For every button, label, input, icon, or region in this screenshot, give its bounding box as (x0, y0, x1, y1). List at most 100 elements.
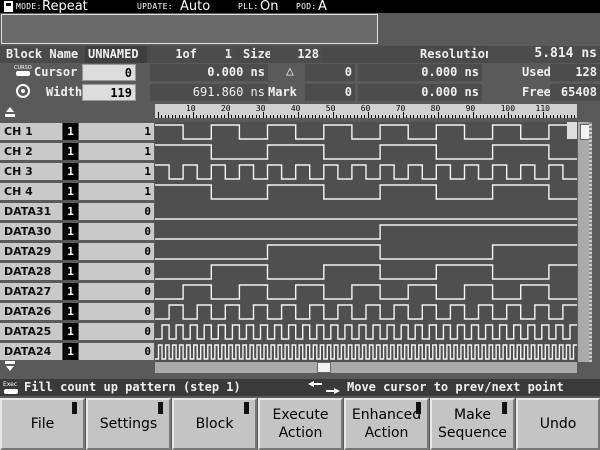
ruler-tick (546, 115, 548, 118)
channel-bit[interactable]: 1 (63, 183, 78, 200)
channel-bit[interactable]: 1 (63, 243, 78, 260)
time-ruler[interactable]: 10 20 30 40 50 60 70 80 90 100 110 (155, 104, 577, 118)
ruler-label: 20 (220, 104, 231, 113)
channel-bit[interactable]: 1 (63, 323, 78, 340)
channel-name[interactable]: DATA29 (0, 243, 62, 260)
ruler-label: 30 (255, 104, 266, 113)
channel-name[interactable]: DATA30 (0, 223, 62, 240)
scroll-up-icon[interactable] (4, 106, 16, 118)
channel-name[interactable]: DATA24 (0, 343, 62, 360)
channel-name[interactable]: DATA27 (0, 283, 62, 300)
free-value: 65408 (550, 84, 600, 101)
channel-bit[interactable]: 1 (63, 163, 78, 180)
softkey-line1: File (30, 416, 55, 432)
waveform-trace (155, 164, 577, 180)
width-icon (16, 84, 30, 98)
ruler-tick (353, 115, 355, 118)
channel-value: 1 (79, 143, 154, 160)
ruler-tick (220, 115, 222, 118)
channel-name[interactable]: CH 3 (0, 163, 62, 180)
softkey-file[interactable]: File (0, 398, 85, 450)
ruler-tick (280, 115, 282, 118)
block-name-label: Block Name (6, 47, 79, 61)
waveform-trace (155, 184, 577, 200)
ruler-tick (224, 115, 226, 118)
channel-bit[interactable]: 1 (63, 203, 78, 220)
ruler-tick (560, 115, 562, 118)
block-name-field[interactable]: UNNAMED (85, 46, 147, 63)
softkey-settings[interactable]: Settings (86, 398, 171, 450)
width-label: Width (46, 85, 83, 99)
softkey-line1: Make (454, 407, 491, 423)
channel-bit[interactable]: 1 (63, 343, 78, 360)
channel-bit[interactable]: 1 (63, 303, 78, 320)
channel-bit[interactable]: 1 (63, 263, 78, 280)
vertical-scroll-track (589, 122, 592, 362)
ruler-tick (462, 115, 464, 118)
scroll-down-icon[interactable] (4, 360, 16, 372)
ruler-tick (185, 115, 187, 118)
ruler-label: 50 (325, 104, 336, 113)
channel-value: 0 (79, 283, 154, 300)
used-label: Used (522, 65, 551, 79)
softkey-line2: Action (364, 425, 409, 441)
softkey-undo[interactable]: Undo (516, 398, 600, 450)
ruler-tick (381, 115, 383, 118)
channel-bit[interactable]: 1 (63, 123, 78, 140)
cursor-input[interactable]: 0 (82, 64, 136, 81)
channel-name[interactable]: CH 1 (0, 123, 62, 140)
ruler-tick (532, 115, 534, 118)
channel-name[interactable]: DATA25 (0, 323, 62, 340)
channel-name[interactable]: CH 4 (0, 183, 62, 200)
delta-value[interactable]: 0 (305, 64, 355, 81)
waveform-trace (155, 144, 577, 160)
vertical-scrollbar[interactable] (578, 122, 592, 362)
width-input[interactable]: 119 (82, 84, 136, 101)
ruler-tick (245, 115, 247, 118)
ruler-tick (500, 115, 502, 118)
ruler-tick (413, 115, 415, 118)
channel-bit[interactable]: 1 (63, 283, 78, 300)
mark-label: Mark (268, 85, 297, 99)
ruler-tick (168, 115, 170, 118)
ruler-tick (164, 115, 166, 118)
horizontal-scroll-thumb[interactable] (317, 362, 331, 373)
ruler-tick (308, 115, 310, 118)
cursor-marker[interactable] (567, 122, 577, 139)
channel-bit[interactable]: 1 (63, 143, 78, 160)
mark-value[interactable]: 0 (305, 84, 355, 101)
ruler-tick (567, 115, 568, 118)
softkey-make[interactable]: Make Sequence (430, 398, 515, 450)
channel-name[interactable]: CH 2 (0, 143, 62, 160)
channel-name[interactable]: DATA26 (0, 303, 62, 320)
softkey-execute[interactable]: Execute Action (258, 398, 343, 450)
ruler-tick (158, 112, 159, 118)
softkey-line2: Sequence (437, 425, 508, 441)
channel-name[interactable]: DATA28 (0, 263, 62, 280)
waveform-display[interactable] (155, 122, 577, 362)
ruler-tick (269, 115, 271, 118)
horizontal-scrollbar[interactable] (155, 362, 577, 373)
waveform-trace (155, 304, 577, 320)
ruler-tick (409, 115, 411, 118)
ruler-tick (514, 115, 516, 118)
resolution-value[interactable]: 5.814 ns (488, 46, 600, 63)
size-value[interactable]: 128 (270, 46, 322, 63)
svg-text:Exec: Exec (3, 381, 17, 388)
ruler-tick (325, 115, 327, 118)
ruler-tick (574, 115, 575, 118)
ruler-tick (343, 115, 345, 118)
ruler-tick (563, 115, 565, 118)
block-index-label: 1of (150, 46, 200, 63)
channel-name[interactable]: DATA31 (0, 203, 62, 220)
softkey-block[interactable]: Block (172, 398, 257, 450)
channel-bit[interactable]: 1 (63, 223, 78, 240)
waveform-trace (155, 124, 577, 140)
submenu-indicator (244, 402, 249, 414)
softkey-label: Undo (540, 415, 577, 433)
free-label: Free (522, 85, 551, 99)
softkey-enhanced[interactable]: Enhanced Action (344, 398, 429, 450)
hint-left: Fill count up pattern (step 1) (24, 380, 241, 394)
ruler-tick (434, 115, 436, 118)
ruler-tick (570, 115, 572, 118)
